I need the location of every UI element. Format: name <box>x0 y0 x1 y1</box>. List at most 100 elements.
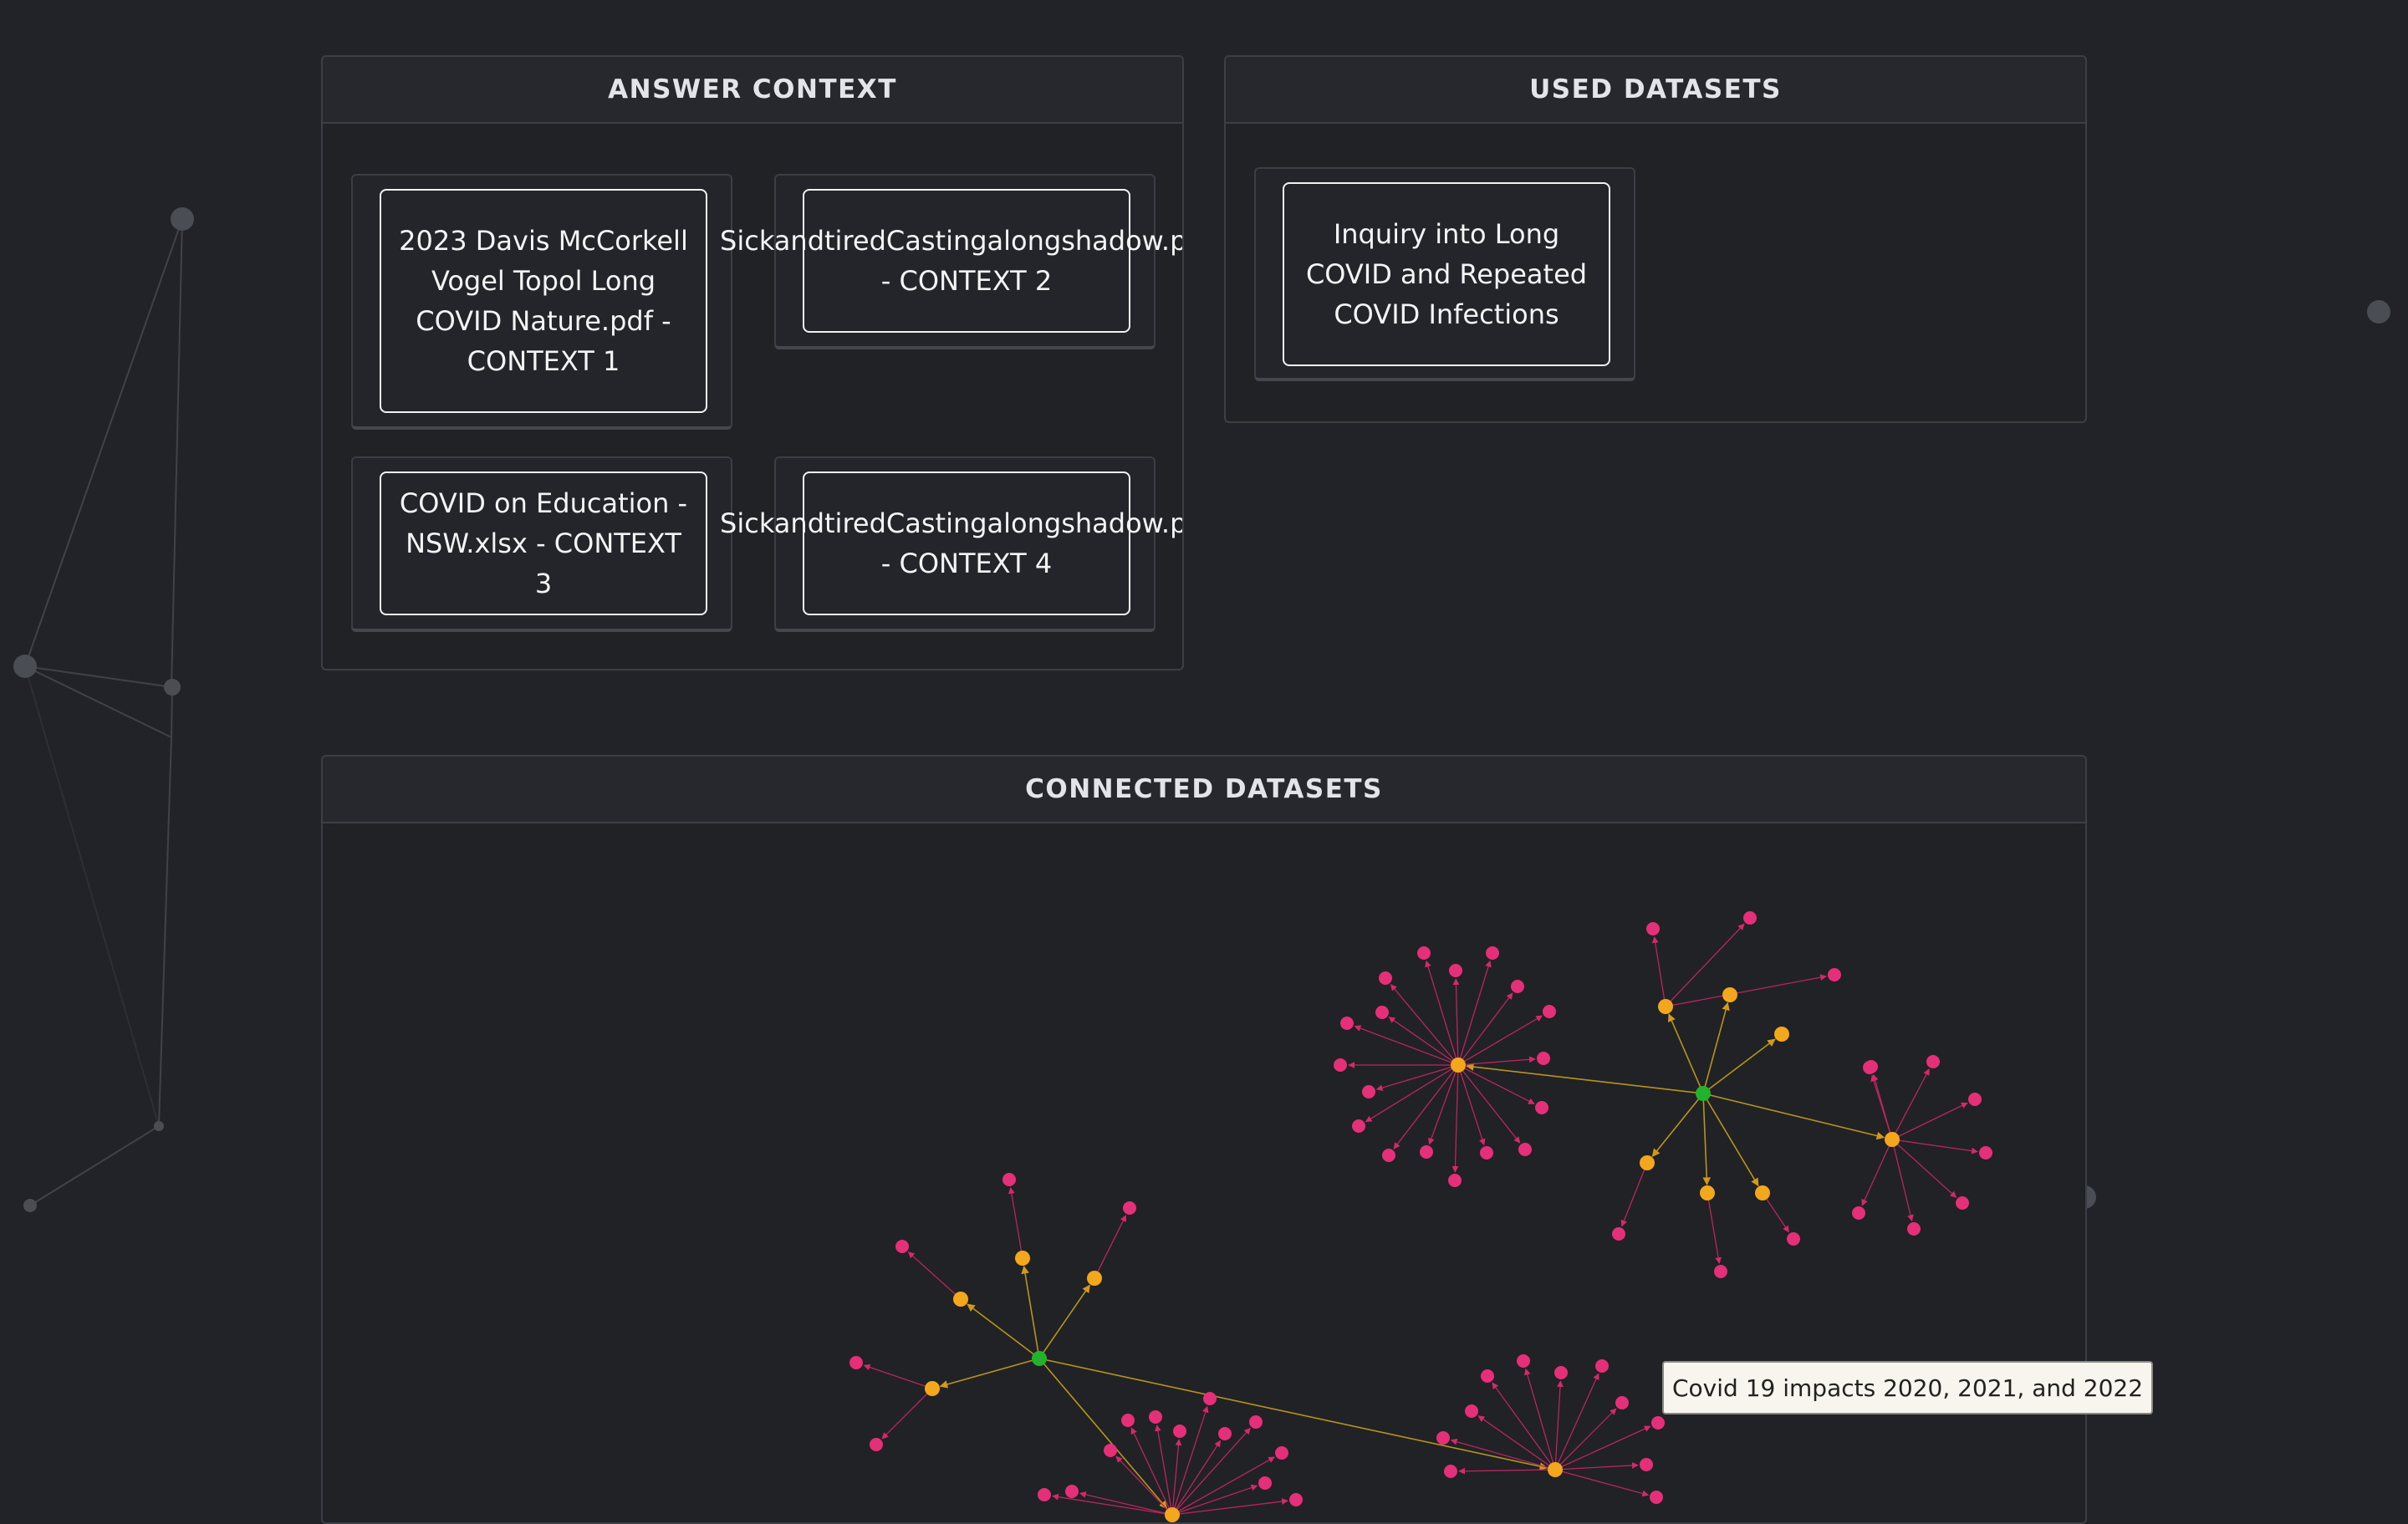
leaf-node[interactable] <box>895 1240 909 1253</box>
leaf-node[interactable] <box>1787 1232 1800 1246</box>
leaf-node[interactable] <box>1382 1149 1395 1162</box>
dataset-card-1[interactable]: Inquiry into Long COVID and Repeated COV… <box>1254 167 1635 381</box>
leaf-node[interactable] <box>1517 1354 1530 1368</box>
graph-edge <box>1492 1382 1556 1470</box>
topic-node[interactable] <box>1755 1185 1770 1200</box>
context-label[interactable]: COVID on Education - NSW.xlsx - CONTEXT … <box>380 471 707 615</box>
topic-node[interactable] <box>1087 1271 1102 1286</box>
leaf-node[interactable] <box>1852 1206 1865 1220</box>
topic-node[interactable] <box>1774 1027 1789 1042</box>
leaf-node[interactable] <box>1480 1146 1493 1160</box>
dataset-label[interactable]: Inquiry into Long COVID and Repeated COV… <box>1283 182 1610 366</box>
context-card-1[interactable]: 2023 Davis McCorkell Vogel Topol Long CO… <box>351 174 732 430</box>
leaf-node[interactable] <box>1104 1444 1117 1457</box>
leaf-node[interactable] <box>1436 1431 1450 1445</box>
leaf-node[interactable] <box>1149 1410 1162 1424</box>
dataset-network-graph[interactable] <box>323 823 2087 1524</box>
leaf-node[interactable] <box>1554 1366 1568 1379</box>
topic-node[interactable] <box>1885 1132 1900 1147</box>
graph-edge <box>1465 1063 1704 1094</box>
leaf-node[interactable] <box>1481 1369 1494 1383</box>
leaf-node[interactable] <box>1352 1119 1365 1133</box>
graph-edge <box>1651 1093 1704 1157</box>
dataset-node[interactable] <box>1032 1351 1047 1366</box>
leaf-node[interactable] <box>1714 1265 1727 1278</box>
context-label[interactable]: 2023 Davis McCorkell Vogel Topol Long CO… <box>380 189 707 413</box>
graph-edge <box>1457 1064 1535 1105</box>
leaf-node[interactable] <box>1650 1491 1663 1504</box>
leaf-node[interactable] <box>1465 1404 1478 1418</box>
dataset-node[interactable] <box>1696 1086 1711 1101</box>
leaf-node[interactable] <box>1615 1396 1629 1409</box>
leaf-node[interactable] <box>1218 1427 1232 1440</box>
graph-edge <box>1428 1064 1459 1145</box>
leaf-node[interactable] <box>1444 1465 1457 1478</box>
leaf-node[interactable] <box>1379 971 1392 985</box>
topic-node[interactable] <box>925 1381 940 1396</box>
leaf-node[interactable] <box>1486 946 1499 960</box>
leaf-node[interactable] <box>1249 1415 1263 1429</box>
leaf-node[interactable] <box>1420 1145 1433 1159</box>
topic-node[interactable] <box>953 1292 968 1307</box>
graph-edge <box>1457 992 1513 1066</box>
graph-edge <box>1554 1373 1599 1470</box>
leaf-node[interactable] <box>1275 1446 1288 1460</box>
leaf-node[interactable] <box>1595 1359 1609 1373</box>
leaf-node[interactable] <box>1448 1174 1462 1187</box>
leaf-node[interactable] <box>1511 980 1524 993</box>
leaf-node[interactable] <box>849 1356 863 1369</box>
topic-node[interactable] <box>1548 1462 1563 1477</box>
leaf-node[interactable] <box>870 1438 883 1451</box>
topic-node[interactable] <box>1640 1155 1655 1170</box>
context-card-3[interactable]: COVID on Education - NSW.xlsx - CONTEXT … <box>351 456 732 632</box>
leaf-node[interactable] <box>1926 1055 1940 1068</box>
leaf-node[interactable] <box>1518 1143 1532 1156</box>
graph-edge <box>1451 1064 1459 1173</box>
context-label[interactable]: SickandtiredCastingalongshadow.pdf - CON… <box>720 189 1182 333</box>
leaf-node[interactable] <box>1123 1201 1136 1215</box>
leaf-node[interactable] <box>1065 1485 1079 1498</box>
graph-edge <box>1457 1064 1521 1144</box>
leaf-node[interactable] <box>1535 1101 1548 1114</box>
leaf-node[interactable] <box>1743 911 1757 925</box>
topic-node[interactable] <box>1700 1185 1715 1200</box>
leaf-node[interactable] <box>1258 1476 1272 1490</box>
leaf-node[interactable] <box>1121 1414 1135 1427</box>
topic-node[interactable] <box>1165 1507 1180 1522</box>
context-card-4[interactable]: SickandtiredCastingalongshadow.pdf - CON… <box>720 456 1182 632</box>
topic-node[interactable] <box>1722 987 1737 1002</box>
leaf-node[interactable] <box>1334 1058 1347 1072</box>
leaf-node[interactable] <box>1537 1052 1550 1065</box>
leaf-node[interactable] <box>1543 1005 1556 1018</box>
leaf-node[interactable] <box>1979 1146 1992 1160</box>
topic-node[interactable] <box>1015 1251 1030 1266</box>
leaf-node[interactable] <box>1828 968 1841 981</box>
context-card-2[interactable]: SickandtiredCastingalongshadow.pdf - CON… <box>720 174 1182 349</box>
leaf-node[interactable] <box>1956 1196 1969 1210</box>
topic-node[interactable] <box>1451 1058 1466 1073</box>
leaf-node[interactable] <box>1612 1227 1625 1241</box>
graph-edge <box>1702 1093 1759 1187</box>
leaf-node[interactable] <box>1362 1085 1375 1098</box>
leaf-node[interactable] <box>1417 946 1431 960</box>
graph-edge <box>1702 1093 1885 1140</box>
context-label[interactable]: SickandtiredCastingalongshadow.pdf - CON… <box>720 471 1182 615</box>
leaf-node[interactable] <box>1968 1093 1982 1106</box>
leaf-node[interactable] <box>1646 922 1660 935</box>
leaf-node[interactable] <box>1375 1006 1389 1019</box>
leaf-node[interactable] <box>1863 1061 1876 1074</box>
leaf-node[interactable] <box>1907 1222 1921 1236</box>
graph-edge <box>1038 1358 1168 1510</box>
leaf-node[interactable] <box>1340 1017 1354 1030</box>
leaf-node[interactable] <box>1173 1425 1186 1438</box>
leaf-node[interactable] <box>1640 1458 1653 1471</box>
graph-edge <box>1524 1368 1556 1470</box>
leaf-node[interactable] <box>1038 1488 1051 1501</box>
leaf-node[interactable] <box>1449 964 1462 977</box>
topic-node[interactable] <box>1658 999 1673 1014</box>
leaf-node[interactable] <box>1203 1392 1217 1405</box>
leaf-node[interactable] <box>1002 1173 1016 1186</box>
leaf-node[interactable] <box>1651 1416 1665 1430</box>
graph-edge <box>1554 1469 1650 1497</box>
answer-context-title: ANSWER CONTEXT <box>323 57 1182 124</box>
